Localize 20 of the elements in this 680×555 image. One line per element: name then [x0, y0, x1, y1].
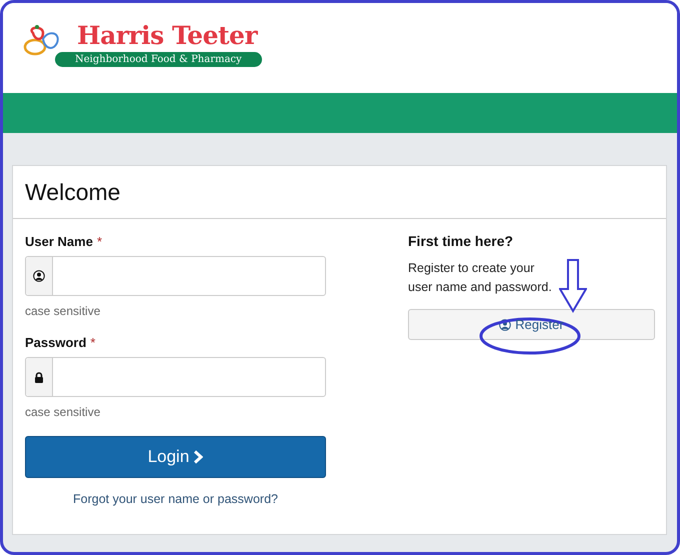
required-mark: * — [96, 234, 102, 249]
field-label: User Name — [25, 234, 93, 249]
login-button[interactable]: Login — [25, 436, 326, 478]
lock-icon — [34, 372, 44, 382]
input-field[interactable] — [25, 357, 326, 397]
section-heading: First time here? — [408, 233, 514, 249]
chevron-icon — [193, 450, 204, 464]
register-text: Register to create your user name and password. — [408, 260, 552, 296]
field-hint: case sensitive — [25, 405, 102, 419]
card-title: Welcome — [25, 178, 120, 206]
field-hint: case sensitive — [25, 304, 102, 318]
input-field[interactable] — [25, 256, 326, 296]
brand-tagline: Neighborhood Food & Pharmacy — [55, 52, 262, 67]
brand-name: Harris Teeter — [77, 21, 258, 51]
field-label: Password — [25, 335, 86, 350]
register-button[interactable]: Register — [408, 309, 655, 340]
user-icon — [33, 270, 45, 282]
down-arrow-annotation — [559, 259, 587, 313]
required-mark: * — [90, 335, 96, 350]
forgot-link[interactable]: Forgot your user name or password? — [73, 492, 278, 506]
